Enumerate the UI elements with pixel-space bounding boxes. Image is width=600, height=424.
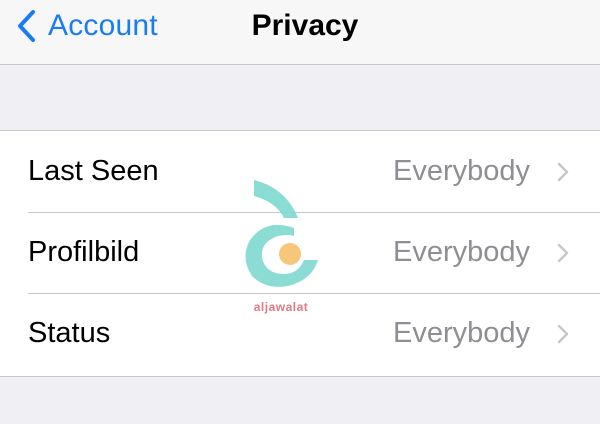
chevron-right-icon <box>556 161 570 183</box>
list-item-value: Everybody <box>392 317 530 349</box>
privacy-screen: Account Privacy Last Seen Everybody Prof… <box>0 0 600 424</box>
list-item-label: Status <box>28 317 111 349</box>
list-item-value: Everybody <box>392 155 530 187</box>
watermark-logo: aljawalat <box>236 178 326 328</box>
chevron-right-icon <box>556 323 570 345</box>
watermark-icon <box>245 180 318 287</box>
list-item-label: Last Seen <box>28 155 159 187</box>
navigation-bar: Account Privacy <box>0 0 600 65</box>
page-title: Privacy <box>251 9 359 42</box>
watermark-text: aljawalat <box>253 300 309 314</box>
list-item-label: Profilbild <box>28 236 140 268</box>
chevron-right-icon <box>556 242 570 264</box>
list-item-value: Everybody <box>392 236 530 268</box>
